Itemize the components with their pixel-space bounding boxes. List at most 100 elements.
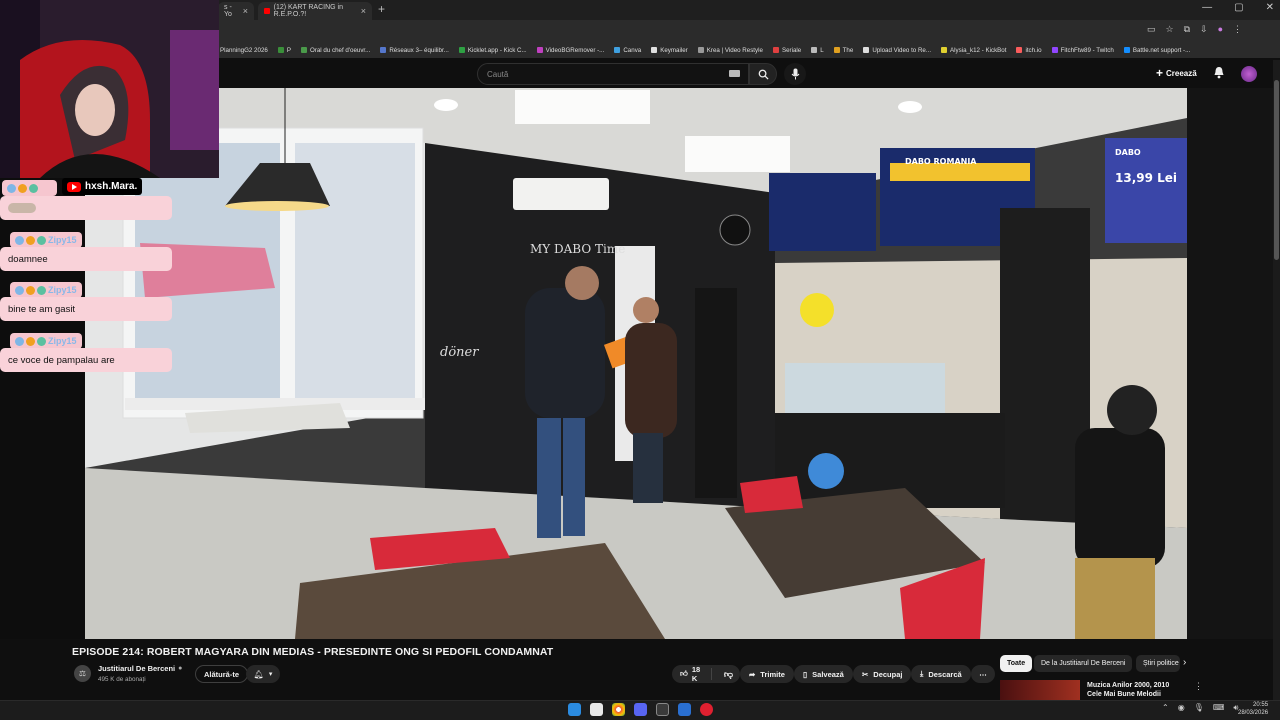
search-input[interactable]: Caută (477, 63, 749, 85)
price-screen-text: 13,99 Lei (1115, 171, 1177, 185)
bookmark-item[interactable]: P (277, 47, 291, 54)
clip-button[interactable]: ✂ Decupaj (853, 665, 912, 683)
bookmark-item[interactable]: FitchFtw89 - Twitch (1051, 47, 1114, 54)
emote-icon (8, 203, 36, 213)
user-avatar[interactable] (1241, 66, 1257, 82)
bookmark-item[interactable]: Upload Video to Re... (863, 47, 931, 54)
windows-start-icon[interactable] (568, 703, 581, 716)
downloads-icon[interactable]: ⇩ (1200, 24, 1208, 35)
extensions-icon[interactable]: ⧉ (1184, 24, 1190, 35)
chevron-right-icon[interactable]: › (1183, 657, 1186, 668)
app-icon[interactable] (678, 703, 691, 716)
chat-message: bine te am gasit (0, 297, 172, 321)
related-video-thumbnail[interactable] (1000, 680, 1080, 700)
bell-icon: 🔔︎ (253, 669, 264, 679)
close-tab-icon[interactable]: × (361, 6, 366, 16)
person-brown-jacket (625, 323, 677, 438)
chat-message: doamnee (0, 247, 172, 271)
chat-message: ce voce de pampalau are (0, 348, 172, 372)
chip-all[interactable]: Toate (1000, 655, 1033, 672)
bookmark-item[interactable]: Alysia_k12 - KickBot (941, 47, 1006, 54)
dislike-button[interactable]: 👎︎ (717, 669, 740, 680)
blue-balloon (808, 453, 844, 489)
video-player[interactable]: MY DABO Time döner DABO ROMANIA DABO 13,… (85, 88, 1187, 639)
taskbar-clock[interactable]: 20:55 28/03/2026 (1238, 701, 1268, 717)
scissors-icon: ✂ (862, 669, 869, 679)
bookmark-item[interactable]: Oral du chef d'oeuvr... (300, 47, 370, 54)
notification-bell-button[interactable]: 🔔︎ ▾ (246, 665, 280, 683)
save-button[interactable]: ▯ Salvează (794, 665, 853, 683)
discord-icon[interactable] (634, 703, 647, 716)
chip-politics[interactable]: Știri politice (1136, 655, 1180, 672)
kebab-menu-icon[interactable]: ⋮ (1194, 681, 1203, 692)
streamer-badge: hxsh.Mara. (62, 178, 143, 195)
channel-avatar[interactable]: ⚖ (74, 665, 91, 682)
close-tab-icon[interactable]: × (243, 6, 248, 16)
related-video-title[interactable]: Muzica Anilor 2000, 2010 Cele Mai Bune M… (1087, 681, 1169, 699)
chrome-icon[interactable] (612, 703, 625, 716)
notifications-button[interactable] (1213, 66, 1225, 84)
network-icon[interactable]: ⌨ (1213, 703, 1225, 713)
mic-tray-icon[interactable]: 🎙︎ (1194, 703, 1204, 713)
bookmark-item[interactable]: Battle.net support -... (1123, 47, 1190, 54)
video-frame: MY DABO Time döner DABO ROMANIA DABO 13,… (85, 88, 1187, 639)
bookmark-item[interactable]: Krea | Video Restyle (697, 47, 763, 54)
bookmark-item[interactable]: Kicklet.app - Kick C... (458, 47, 527, 54)
more-actions-button[interactable]: ⋯ (971, 665, 995, 683)
wall-clock (719, 214, 751, 246)
search-button[interactable] (749, 63, 777, 85)
badge-icon (18, 183, 27, 193)
badge-icon (26, 285, 35, 295)
like-dislike-group: 👍︎ 18 K 👎︎ (672, 665, 740, 683)
close-window-icon[interactable]: ✕ (1266, 2, 1274, 13)
bookmark-item[interactable]: L (811, 47, 824, 54)
channel-name-row[interactable]: Justitiarul De Berceni ● (98, 664, 182, 673)
create-button[interactable]: + Creează (1156, 66, 1197, 80)
create-label: Creează (1166, 68, 1197, 78)
bookmark-item[interactable]: Canva (614, 47, 641, 54)
tab-label: s - Yo (224, 4, 232, 18)
app-red-icon[interactable] (700, 703, 713, 716)
file-explorer-icon[interactable] (590, 703, 603, 716)
bookmark-item[interactable]: itch.io (1016, 47, 1042, 54)
wall-writing: MY DABO Time (530, 242, 625, 256)
browser-tab-active[interactable]: (12) KART RACING in R.E.P.O.?! × (258, 2, 372, 20)
bookmark-item[interactable]: PlanningG2 2026 (220, 47, 268, 54)
bookmark-item[interactable]: Seriale (772, 47, 801, 54)
chip-channel[interactable]: De la Justitiarul De Berceni (1034, 655, 1133, 672)
wall-writing-doner: döner (440, 345, 479, 360)
menu-icon[interactable]: ⋮ (1233, 24, 1242, 35)
like-button[interactable]: 👍︎ 18 K (672, 665, 712, 683)
bookmark-item[interactable]: Keymailer (651, 47, 688, 54)
bookmark-item[interactable]: Réseaux 3– équilibr... (380, 47, 449, 54)
minimize-icon[interactable]: — (1202, 2, 1212, 13)
chevron-up-icon[interactable]: ⌃ (1162, 703, 1169, 713)
share-button[interactable]: ➦ Trimite (740, 665, 794, 683)
new-tab-button[interactable]: + (378, 2, 385, 16)
page-scrollbar[interactable] (1273, 60, 1280, 700)
download-button[interactable]: ⤓ Descarcă (911, 665, 971, 683)
join-button[interactable]: Alătură-te (195, 665, 249, 683)
youtube-logo-icon (67, 181, 81, 192)
github-icon[interactable] (656, 703, 669, 716)
bookmark-star-icon[interactable]: ☆ (1166, 24, 1174, 35)
app-tray-icon[interactable]: ◉ (1178, 703, 1185, 713)
share-icon: ➦ (749, 669, 756, 679)
scrollbar-thumb[interactable] (1274, 80, 1279, 260)
badge-icon (37, 235, 46, 245)
keyboard-icon[interactable] (729, 70, 740, 77)
channel-name[interactable]: Justitiarul De Berceni (98, 664, 175, 673)
voice-search-button[interactable] (784, 63, 806, 85)
badge-icon (15, 235, 24, 245)
browser-tab[interactable]: s - Yo × (218, 2, 254, 20)
badge-icon (29, 183, 38, 193)
bookmark-item[interactable]: The (833, 47, 853, 54)
spotlight (434, 99, 458, 111)
window-controls: — ▢ ✕ (1202, 2, 1274, 13)
maximize-icon[interactable]: ▢ (1234, 2, 1243, 13)
bookmark-item[interactable]: VideoBGRemover -... (536, 47, 604, 54)
profile-icon[interactable]: ● (1218, 24, 1223, 35)
chat-username-tag: Zipy15 (10, 333, 82, 349)
bell-icon (1214, 67, 1224, 79)
cast-icon[interactable]: ▭ (1147, 24, 1156, 35)
